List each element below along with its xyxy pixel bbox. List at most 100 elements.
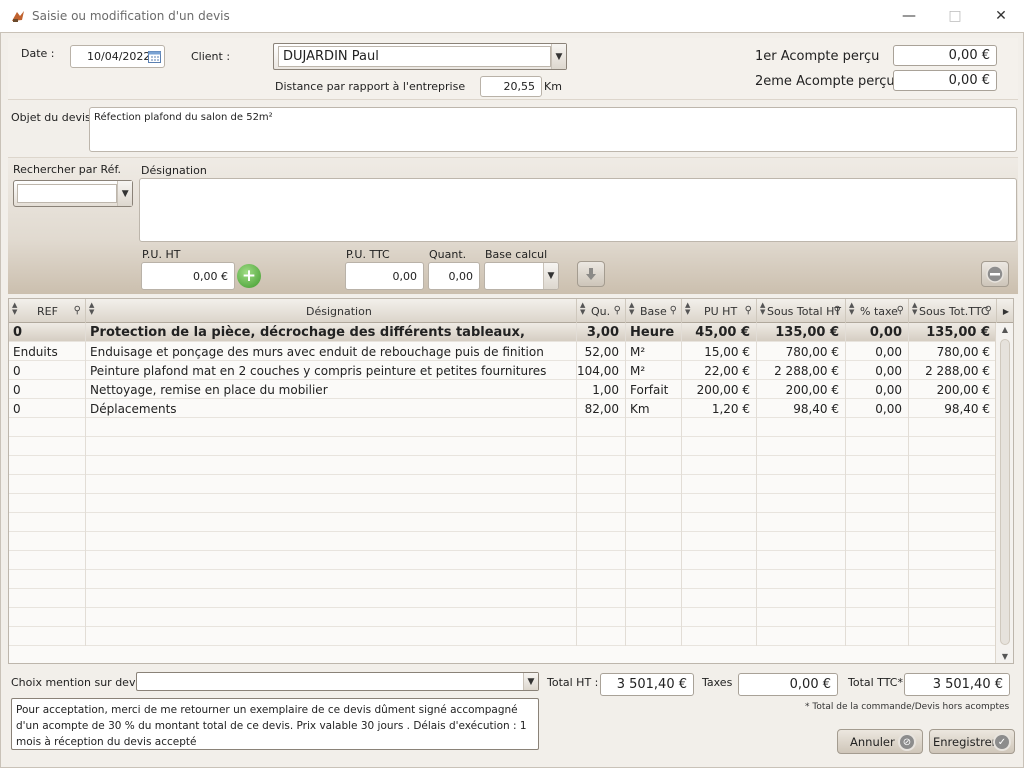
sort-icon[interactable]: ▲ ▼ [580, 302, 585, 316]
table-row[interactable] [9, 532, 997, 551]
chevron-down-icon[interactable]: ▼ [523, 673, 538, 690]
table-row[interactable]: 0 Nettoyage, remise en place du mobilier 1… [9, 380, 997, 399]
table-row[interactable] [9, 494, 997, 513]
sort-icon[interactable]: ▲ ▼ [685, 302, 690, 316]
cancel-button[interactable]: Annuler ⊘ [837, 729, 923, 754]
scrollbar-thumb[interactable] [1000, 339, 1010, 645]
base-calcul-label: Base calcul [485, 248, 548, 261]
close-button[interactable]: ✕ [978, 0, 1024, 32]
table-cell [577, 494, 626, 513]
client-select[interactable]: DUJARDIN Paul ▼ [273, 43, 567, 70]
sort-icon[interactable]: ▲ ▼ [89, 302, 94, 316]
table-row[interactable] [9, 418, 997, 437]
maximize-button[interactable]: □ [932, 0, 978, 32]
table-cell [846, 570, 909, 589]
table-cell: Déplacements [86, 399, 577, 418]
sort-icon[interactable]: ▲ ▼ [12, 302, 17, 316]
app-logo-icon [12, 11, 24, 22]
table-cell [626, 437, 682, 456]
col-header-sous-total-ht[interactable]: ▲ ▼ Sous Total HT ⚲ [757, 299, 846, 323]
table-row[interactable]: Enduits Enduisage et ponçage des murs ave… [9, 342, 997, 361]
table-cell: 104,00 [577, 361, 626, 380]
search-icon[interactable]: ⚲ [897, 305, 904, 316]
distance-field[interactable]: 20,55 [480, 76, 542, 97]
table-row[interactable] [9, 513, 997, 532]
col-header-designation[interactable]: ▲ ▼ Désignation [86, 299, 577, 323]
lines-table[interactable]: ▲ ▼ REF ⚲ ▲ ▼ Désignation ▲ ▼ Qu. ⚲ ▲ ▼ Base… [8, 298, 1014, 664]
table-row[interactable] [9, 551, 997, 570]
table-row[interactable]: 0 Peinture plafond mat en 2 couches y com… [9, 361, 997, 380]
table-row[interactable] [9, 627, 997, 646]
base-calcul-select[interactable]: ▼ [484, 262, 559, 290]
col-header-pu-ht[interactable]: ▲ ▼ PU HT ⚲ [682, 299, 757, 323]
table-cell [9, 570, 86, 589]
scroll-right-icon[interactable]: ▶ [997, 299, 1013, 323]
table-row[interactable] [9, 437, 997, 456]
search-ref-input[interactable] [17, 184, 118, 203]
mention-textarea[interactable]: Pour acceptation, merci de me retourner … [11, 698, 539, 750]
table-cell: 82,00 [577, 399, 626, 418]
designation-textarea[interactable] [139, 178, 1017, 242]
acompte2-field[interactable]: 0,00 € [893, 70, 997, 91]
table-cell: 22,00 € [682, 361, 757, 380]
table-cell [626, 570, 682, 589]
col-header-base[interactable]: ▲ ▼ Base ⚲ [626, 299, 682, 323]
table-cell [9, 627, 86, 646]
search-icon[interactable]: ⚲ [670, 305, 677, 316]
search-icon[interactable]: ⚲ [985, 305, 992, 316]
scroll-down-icon[interactable]: ▼ [996, 652, 1013, 661]
cancel-label: Annuler [850, 734, 895, 749]
table-row[interactable]: 0 Protection de la pièce, décrochage des … [9, 323, 997, 342]
table-cell: 15,00 € [682, 342, 757, 361]
table-cell: 780,00 € [757, 342, 846, 361]
search-icon[interactable]: ⚲ [834, 305, 841, 316]
save-button[interactable]: Enregistrer ✓ [929, 729, 1015, 754]
table-cell [86, 475, 577, 494]
add-line-icon[interactable]: + [237, 264, 261, 288]
date-value: 10/04/2022 [87, 50, 151, 63]
chevron-down-icon[interactable]: ▼ [543, 263, 558, 289]
search-icon[interactable]: ⚲ [745, 305, 752, 316]
sort-icon[interactable]: ▲ ▼ [912, 302, 917, 316]
table-cell [757, 437, 846, 456]
table-cell: 2 288,00 € [757, 361, 846, 380]
table-cell [682, 475, 757, 494]
vertical-scrollbar[interactable]: ▲ ▼ [995, 323, 1013, 663]
sort-icon[interactable]: ▲ ▼ [760, 302, 765, 316]
table-row[interactable] [9, 456, 997, 475]
table-cell [909, 456, 997, 475]
objet-textarea[interactable]: Réfection plafond du salon de 52m² [89, 107, 1017, 152]
table-row[interactable] [9, 608, 997, 627]
search-icon[interactable]: ⚲ [74, 305, 81, 316]
mention-select[interactable]: ▼ [136, 672, 539, 691]
table-row[interactable]: 0 Déplacements 82,00 Km 1,20 €98,40 €0,00 98,… [9, 399, 997, 418]
table-cell: Enduisage et ponçage des murs avec endui… [86, 342, 577, 361]
col-header-taxe[interactable]: ▲ ▼ % taxe ⚲ [846, 299, 909, 323]
col-header-ref[interactable]: ▲ ▼ REF ⚲ [9, 299, 86, 323]
sort-icon[interactable]: ▲ ▼ [629, 302, 634, 316]
table-row[interactable] [9, 475, 997, 494]
col-header-qu[interactable]: ▲ ▼ Qu. ⚲ [577, 299, 626, 323]
search-icon[interactable]: ⚲ [614, 305, 621, 316]
quant-field[interactable]: 0,00 [428, 262, 480, 290]
pu-ttc-field[interactable]: 0,00 [345, 262, 424, 290]
sort-icon[interactable]: ▲ ▼ [849, 302, 854, 316]
move-down-button[interactable] [577, 261, 605, 287]
calendar-icon[interactable] [148, 50, 161, 63]
table-cell [682, 532, 757, 551]
date-field[interactable]: 10/04/2022 [70, 45, 165, 68]
pu-ht-field[interactable]: 0,00 € [141, 262, 235, 290]
table-cell [9, 589, 86, 608]
remove-line-button[interactable] [981, 261, 1009, 287]
col-header-sous-total-ttc[interactable]: ▲ ▼ Sous Tot.TTC ⚲ [909, 299, 997, 323]
table-row[interactable] [9, 570, 997, 589]
acompte1-field[interactable]: 0,00 € [893, 45, 997, 66]
chevron-down-icon[interactable]: ▼ [117, 181, 132, 206]
scroll-up-icon[interactable]: ▲ [996, 325, 1013, 334]
table-cell: 200,00 € [682, 380, 757, 399]
table-cell [846, 513, 909, 532]
minimize-button[interactable]: — [886, 0, 932, 32]
chevron-down-icon[interactable]: ▼ [551, 44, 566, 69]
table-row[interactable] [9, 589, 997, 608]
search-ref-select[interactable]: ▼ [13, 180, 133, 207]
